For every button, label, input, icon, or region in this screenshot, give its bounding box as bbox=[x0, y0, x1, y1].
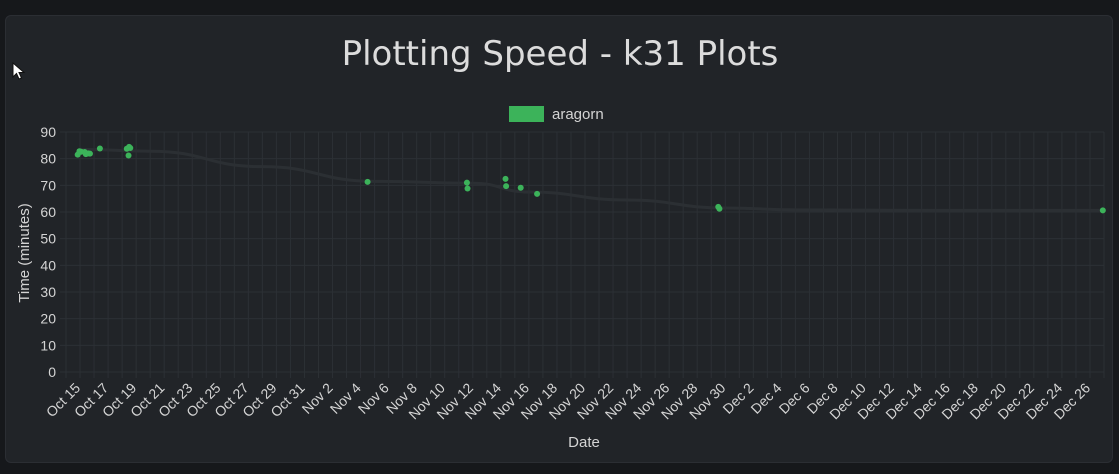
data-point bbox=[127, 145, 134, 151]
y-tick-label: 20 bbox=[40, 311, 56, 327]
data-point bbox=[1099, 207, 1106, 214]
y-tick-label: 60 bbox=[40, 204, 56, 220]
data-point bbox=[464, 185, 471, 192]
y-axis-ticks: 0 10 20 30 40 50 60 70 80 90 bbox=[40, 124, 56, 380]
x-tick-label: Dec 6 bbox=[776, 379, 813, 416]
legend-label-aragorn: aragorn bbox=[552, 106, 604, 123]
x-tick-label: Nov 2 bbox=[299, 379, 336, 416]
data-point bbox=[96, 145, 103, 152]
x-axis-ticks: Oct 15Oct 17Oct 19Oct 21Oct 23Oct 25Oct … bbox=[43, 379, 1094, 422]
y-tick-label: 0 bbox=[48, 364, 56, 380]
data-point bbox=[125, 152, 132, 159]
data-point bbox=[503, 183, 510, 190]
y-tick-label: 50 bbox=[40, 231, 56, 247]
y-tick-label: 90 bbox=[40, 124, 56, 140]
data-point bbox=[502, 175, 509, 182]
legend[interactable]: aragorn bbox=[509, 106, 604, 123]
data-point bbox=[463, 179, 470, 186]
x-axis-label: Date bbox=[568, 434, 600, 451]
x-tick-label: Nov 6 bbox=[355, 379, 392, 416]
y-tick-label: 10 bbox=[40, 337, 56, 353]
y-axis-label: Time (minutes) bbox=[16, 203, 33, 302]
chart-svg: Plotting Speed - k31 Plots aragorn 0 10 20… bbox=[16, 34, 1106, 451]
y-tick-label: 70 bbox=[40, 177, 56, 193]
y-tick-label: 40 bbox=[40, 257, 56, 273]
y-tick-label: 30 bbox=[40, 284, 56, 300]
data-point bbox=[86, 150, 93, 157]
y-tick-label: 80 bbox=[40, 151, 56, 167]
data-point bbox=[364, 178, 371, 185]
data-point bbox=[517, 184, 524, 191]
mouse-cursor-icon bbox=[12, 62, 26, 80]
chart-card: Plotting Speed - k31 Plots aragorn 0 10 20… bbox=[5, 15, 1113, 463]
legend-swatch-aragorn bbox=[509, 106, 544, 122]
x-tick-label: Nov 4 bbox=[327, 379, 364, 416]
data-point bbox=[716, 205, 723, 212]
data-points bbox=[74, 143, 1106, 214]
x-tick-label: Dec 2 bbox=[719, 379, 756, 416]
data-point bbox=[534, 190, 541, 197]
chart-title: Plotting Speed - k31 Plots bbox=[342, 34, 779, 74]
x-tick-label: Dec 4 bbox=[747, 379, 784, 416]
grid bbox=[60, 131, 1105, 378]
